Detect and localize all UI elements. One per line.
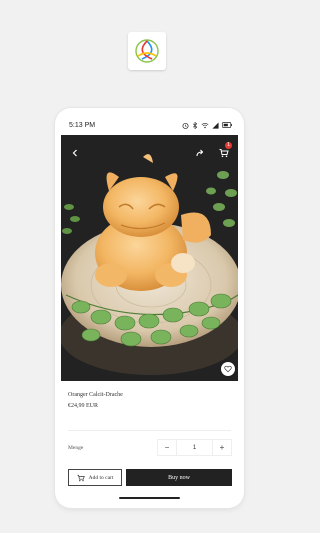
- battery-icon: [222, 122, 232, 128]
- share-icon: [196, 149, 204, 157]
- add-to-cart-label: Add to cart: [88, 474, 114, 481]
- add-cart-icon: [77, 474, 85, 481]
- quantity-stepper: − 1 +: [157, 439, 232, 456]
- dragon-figurine-image: [61, 135, 238, 381]
- buy-now-button[interactable]: Buy now: [126, 469, 232, 486]
- chevron-left-icon: [72, 149, 77, 157]
- heart-icon: [224, 365, 232, 373]
- divider: [68, 430, 231, 431]
- alarm-icon: [182, 122, 189, 129]
- back-button[interactable]: [67, 145, 83, 161]
- wishlist-button[interactable]: [221, 362, 235, 376]
- home-indicator[interactable]: [119, 497, 180, 499]
- cart-button[interactable]: 1: [216, 142, 232, 161]
- wifi-icon: [201, 122, 209, 128]
- quantity-value[interactable]: 1: [176, 440, 213, 455]
- status-icons: [182, 121, 232, 129]
- product-image[interactable]: 1: [61, 135, 238, 381]
- cart-count-badge: 1: [225, 142, 232, 149]
- cart-icon: [219, 149, 229, 158]
- status-time: 5:13 PM: [69, 121, 96, 129]
- add-to-cart-button[interactable]: Add to cart: [68, 469, 122, 486]
- quantity-decrease-button[interactable]: −: [158, 440, 176, 455]
- bluetooth-icon: [193, 121, 198, 129]
- triquetra-logo-icon: [135, 39, 159, 63]
- quantity-label: Menge: [68, 445, 84, 451]
- quantity-increase-button[interactable]: +: [213, 440, 231, 455]
- share-button[interactable]: [192, 145, 208, 161]
- phone-frame: 5:13 PM 1 Oranger Calcit-Drache €24,99 E…: [55, 108, 244, 508]
- product-price: €24,99 EUR: [68, 403, 98, 409]
- signal-icon: [212, 121, 219, 129]
- product-title: Oranger Calcit-Drache: [68, 392, 123, 398]
- app-logo: [128, 32, 166, 70]
